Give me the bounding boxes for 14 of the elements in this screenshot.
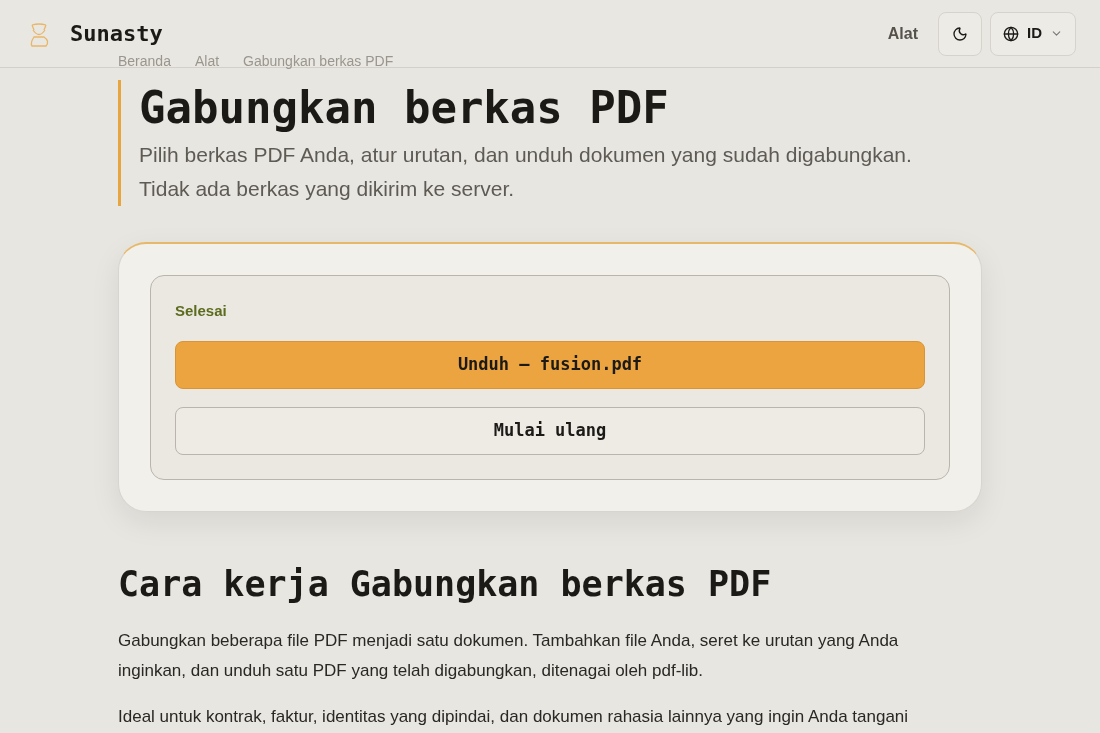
page-title: Gabungkan berkas PDF (139, 81, 670, 135)
language-button[interactable]: ID (990, 11, 1076, 56)
status-label: Selesai (175, 301, 228, 321)
restart-button[interactable]: Mulai ulang (175, 406, 925, 455)
section-heading: Cara kerja Gabungkan berkas PDF (118, 562, 773, 606)
nav-link[interactable]: Alat (887, 21, 918, 46)
globe-icon (1003, 25, 1019, 42)
moon-icon (952, 25, 968, 42)
page-subtitle: Pilih berkas PDF Anda, atur urutan, dan unduh dokumen yang sudah digabungkan. Tidak ada berkas yang dikirim ke server. (139, 142, 913, 202)
description-paragraph: Gabungkan beberapa file PDF menjadi satu dokumen. Tambahkan file Anda, seret ke urutan yang Anda inginkan, dan unduh satu PDF yang telah digabungkan, ditenagai oleh pdf-lib. (118, 629, 900, 682)
brand-name[interactable]: Sunasty (70, 17, 163, 50)
theme-toggle-button[interactable] (938, 11, 982, 56)
download-button[interactable]: Unduh — fusion.pdf (175, 340, 925, 389)
description-paragraph: Ideal untuk kontrak, faktur, identitas yang dipindai, dan dokumen rahasia lainnya yang ingin Anda tangani (118, 705, 910, 728)
